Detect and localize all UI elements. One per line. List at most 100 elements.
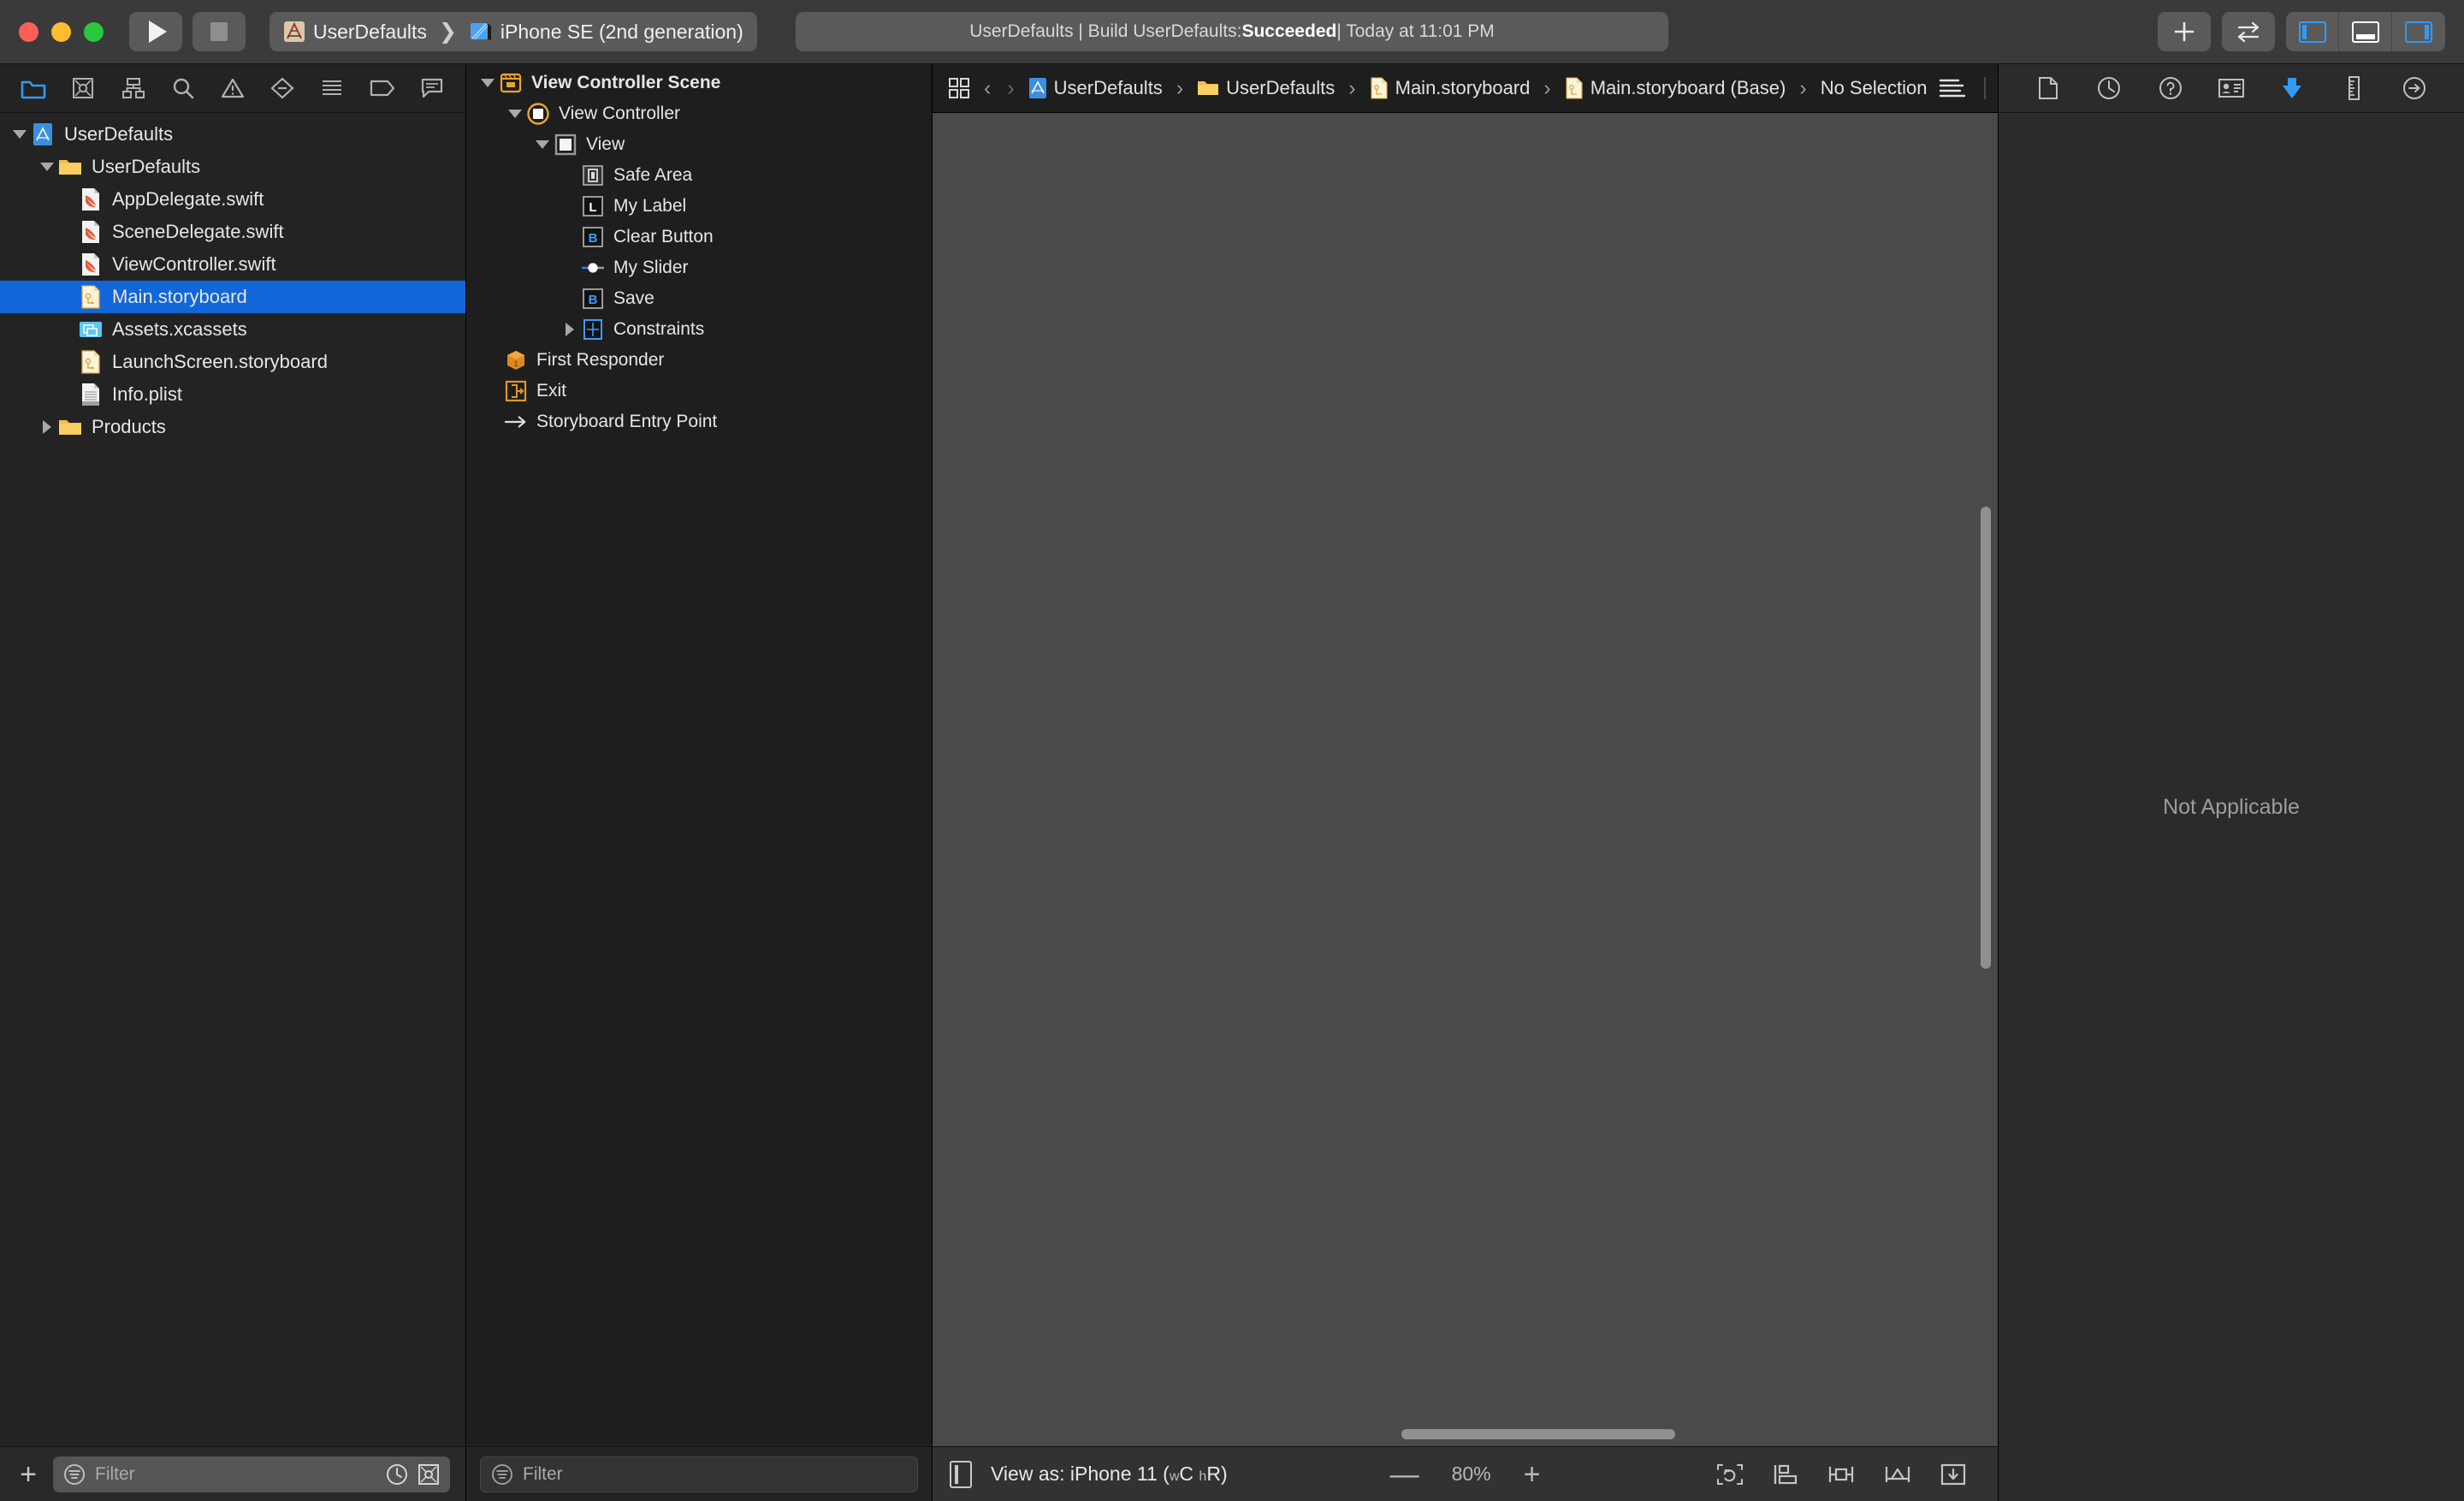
disclosure-triangle[interactable] bbox=[504, 110, 526, 118]
outline-item-exit[interactable]: Exit bbox=[466, 376, 932, 406]
breadcrumb-separator: › bbox=[1348, 75, 1356, 100]
run-button[interactable] bbox=[129, 12, 182, 51]
tree-item-assets-xcassets[interactable]: Assets.xcassets bbox=[0, 313, 465, 346]
scheme-name: UserDefaults bbox=[313, 20, 427, 43]
tree-item-userdefaults-project[interactable]: UserDefaults bbox=[0, 118, 465, 151]
symbol-navigator-tab[interactable] bbox=[115, 71, 152, 105]
outline-item-label: View Controller Scene bbox=[531, 73, 721, 92]
clock-icon bbox=[2098, 77, 2121, 99]
outline-item-clear-button[interactable]: B Clear Button bbox=[466, 222, 932, 252]
outline-filter-input[interactable]: Filter bbox=[480, 1456, 918, 1492]
add-file-button[interactable]: + bbox=[15, 1460, 41, 1489]
outline-item-view[interactable]: View bbox=[466, 129, 932, 160]
disclosure-triangle[interactable] bbox=[559, 323, 581, 336]
navigator-panel: UserDefaults UserDefaults AppDelegate.sw… bbox=[0, 64, 466, 1501]
outline-item-view-controller[interactable]: View Controller bbox=[466, 98, 932, 129]
attributes-inspector-tab[interactable] bbox=[2273, 71, 2311, 105]
outline-filter-bar: Filter bbox=[466, 1446, 932, 1501]
outline-item-save-button[interactable]: B Save bbox=[466, 283, 932, 314]
back-button[interactable]: ‹ bbox=[984, 76, 991, 101]
outline-item-storyboard-entry-point[interactable]: Storyboard Entry Point bbox=[466, 406, 932, 437]
tree-item-launchscreen-storyboard[interactable]: LaunchScreen.storyboard bbox=[0, 346, 465, 378]
identity-inspector-tab[interactable] bbox=[2212, 71, 2250, 105]
disclosure-triangle[interactable] bbox=[531, 140, 554, 149]
scheme-destination-chip[interactable]: UserDefaults ❯ iPhone SE (2nd generation… bbox=[270, 12, 757, 51]
minimap-icon[interactable] bbox=[1938, 77, 1967, 99]
tree-item-userdefaults-group[interactable]: UserDefaults bbox=[0, 151, 465, 183]
resolve-auto-layout-issues-icon[interactable] bbox=[1883, 1462, 1912, 1487]
stop-icon bbox=[210, 22, 228, 41]
test-navigator-tab[interactable] bbox=[264, 71, 301, 105]
embed-in-icon[interactable] bbox=[1940, 1462, 1967, 1487]
add-new-constraints-icon[interactable] bbox=[1827, 1462, 1856, 1487]
breadcrumb-selection[interactable]: No Selection bbox=[1821, 77, 1928, 99]
tree-item-products[interactable]: Products bbox=[0, 411, 465, 443]
toggle-navigator[interactable] bbox=[2286, 12, 2339, 51]
history-inspector-tab[interactable] bbox=[2090, 71, 2128, 105]
report-navigator-tab[interactable] bbox=[413, 71, 451, 105]
breadcrumb-file[interactable]: Main.storyboard bbox=[1370, 77, 1530, 99]
disclosure-triangle[interactable] bbox=[36, 163, 58, 171]
scheme-separator: ❯ bbox=[438, 20, 457, 44]
breadcrumb-group[interactable]: UserDefaults bbox=[1197, 77, 1335, 99]
code-review-button[interactable] bbox=[2222, 12, 2275, 51]
folder-yellow-icon bbox=[1197, 79, 1219, 98]
size-inspector-tab[interactable] bbox=[2335, 71, 2372, 105]
outline-item-safe-area[interactable]: Safe Area bbox=[466, 160, 932, 191]
forward-button[interactable]: › bbox=[1007, 76, 1014, 101]
document-outline-panel: View Controller Scene View Controller Vi… bbox=[466, 64, 933, 1501]
zoom-in-button[interactable]: + bbox=[1524, 1460, 1541, 1489]
outline-item-my-slider[interactable]: My Slider bbox=[466, 252, 932, 283]
debug-navigator-tab[interactable] bbox=[313, 71, 351, 105]
view-as-control[interactable]: View as: iPhone 11 (wC hR) bbox=[950, 1460, 1228, 1488]
library-button[interactable] bbox=[2158, 12, 2211, 51]
filter-placeholder: Filter bbox=[95, 1463, 135, 1484]
stop-button[interactable] bbox=[192, 12, 246, 51]
device-variant-icon[interactable] bbox=[950, 1460, 972, 1488]
tree-item-info-plist[interactable]: Info.plist bbox=[0, 378, 465, 411]
outline-item-my-label[interactable]: L My Label bbox=[466, 191, 932, 222]
tree-item-main-storyboard[interactable]: Main.storyboard bbox=[0, 281, 465, 313]
outline-item-constraints[interactable]: Constraints bbox=[466, 314, 932, 345]
disclosure-triangle[interactable] bbox=[9, 130, 31, 139]
canvas-horizontal-scrollbar[interactable] bbox=[1401, 1429, 1675, 1439]
update-frames-icon[interactable] bbox=[1715, 1462, 1744, 1487]
align-icon[interactable] bbox=[1772, 1462, 1799, 1487]
minimize-window-button[interactable] bbox=[51, 21, 71, 42]
project-file-tree[interactable]: UserDefaults UserDefaults AppDelegate.sw… bbox=[0, 113, 465, 1446]
issue-navigator-tab[interactable] bbox=[214, 71, 252, 105]
file-inspector-tab[interactable] bbox=[2029, 71, 2067, 105]
disclosure-triangle[interactable] bbox=[36, 420, 58, 434]
zoom-window-button[interactable] bbox=[84, 21, 104, 42]
interface-builder-canvas[interactable]: View Controller 9:41 Clear Save Label bbox=[933, 113, 1998, 1446]
code-review-icon bbox=[2237, 21, 2260, 43]
zoom-out-button[interactable]: — bbox=[1390, 1460, 1419, 1489]
recent-files-icon[interactable] bbox=[386, 1463, 408, 1486]
canvas-vertical-scrollbar[interactable] bbox=[1981, 507, 1991, 969]
disclosure-triangle[interactable] bbox=[477, 79, 499, 87]
outline-item-view-controller-scene[interactable]: View Controller Scene bbox=[466, 68, 932, 98]
filter-placeholder: Filter bbox=[523, 1463, 563, 1484]
tree-item-viewcontroller-swift[interactable]: ViewController.swift bbox=[0, 248, 465, 281]
toggle-inspector[interactable] bbox=[2392, 12, 2445, 51]
connections-inspector-tab[interactable] bbox=[2396, 71, 2433, 105]
breakpoint-navigator-tab[interactable] bbox=[364, 71, 401, 105]
outline-item-label: Constraints bbox=[613, 319, 705, 339]
tree-item-scenedelegate-swift[interactable]: SceneDelegate.swift bbox=[0, 216, 465, 248]
breadcrumb-project[interactable]: UserDefaults bbox=[1028, 77, 1163, 99]
outline-tree[interactable]: View Controller Scene View Controller Vi… bbox=[466, 64, 932, 1446]
tree-item-appdelegate-swift[interactable]: AppDelegate.swift bbox=[0, 183, 465, 216]
swift-file-icon bbox=[79, 187, 103, 211]
storyboard-file-icon bbox=[1565, 77, 1584, 99]
related-items-icon[interactable] bbox=[948, 77, 970, 99]
source-control-navigator-tab[interactable] bbox=[64, 71, 102, 105]
source-control-filter-icon[interactable] bbox=[418, 1463, 440, 1486]
navigator-filter-input[interactable]: Filter bbox=[53, 1456, 450, 1492]
quick-help-inspector-tab[interactable] bbox=[2152, 71, 2189, 105]
toggle-debug-area[interactable] bbox=[2339, 12, 2392, 51]
outline-item-first-responder[interactable]: 1 First Responder bbox=[466, 345, 932, 376]
breadcrumb-localization[interactable]: Main.storyboard (Base) bbox=[1565, 77, 1786, 99]
project-navigator-tab[interactable] bbox=[15, 71, 52, 105]
close-window-button[interactable] bbox=[19, 21, 38, 42]
find-navigator-tab[interactable] bbox=[164, 71, 202, 105]
